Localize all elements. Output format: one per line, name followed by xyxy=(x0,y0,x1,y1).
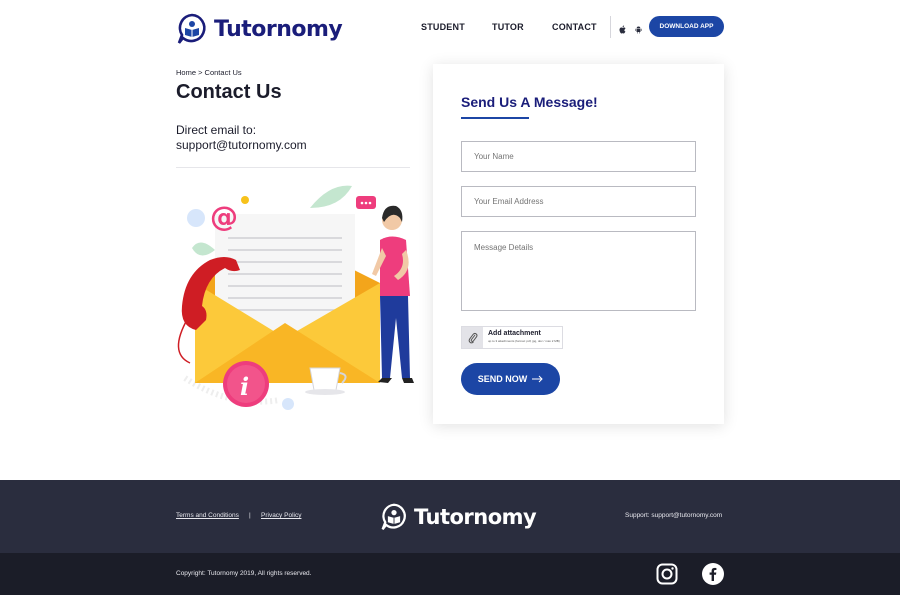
email-input[interactable] xyxy=(461,186,696,217)
logo-icon xyxy=(177,13,206,44)
brand-logo[interactable]: Tutornomy xyxy=(176,13,343,45)
name-input[interactable] xyxy=(461,141,696,172)
divider xyxy=(176,167,410,168)
page-title: Contact Us xyxy=(176,81,282,103)
svg-text:i: i xyxy=(240,372,249,401)
facebook-icon[interactable] xyxy=(702,563,724,585)
privacy-link[interactable]: Privacy Policy xyxy=(261,512,301,519)
footer-bottom xyxy=(0,553,900,595)
message-textarea[interactable] xyxy=(461,231,696,311)
attach-note: up to 3 attachments (format: pdf, jpg, d… xyxy=(488,339,560,343)
instagram-icon[interactable] xyxy=(656,563,678,585)
send-now-button[interactable]: SEND NOW xyxy=(461,363,560,395)
contact-illustration: @ i xyxy=(177,185,414,410)
direct-email-label: Direct email to: xyxy=(176,123,257,137)
contact-form-card: Send Us A Message! Add attachment up to … xyxy=(433,64,724,424)
svg-text:@: @ xyxy=(210,200,238,233)
nav-tutor[interactable]: TUTOR xyxy=(492,22,524,32)
logo-icon xyxy=(381,503,406,530)
android-icon[interactable] xyxy=(635,21,642,34)
footer-logo[interactable]: Tutornomy xyxy=(380,503,537,531)
attach-label: Add attachment xyxy=(488,330,541,337)
arrow-right-icon xyxy=(532,375,543,383)
nav-divider xyxy=(610,16,611,38)
breadcrumb: Home > Contact Us xyxy=(176,68,242,77)
footer-separator: | xyxy=(249,512,251,519)
apple-icon[interactable] xyxy=(619,21,626,34)
footer-logo-text: Tutornomy xyxy=(414,505,537,529)
form-title: Send Us A Message! xyxy=(461,94,598,110)
store-icons xyxy=(619,21,642,34)
terms-link[interactable]: Terms and Conditions xyxy=(176,512,239,519)
nav-contact[interactable]: CONTACT xyxy=(552,22,597,32)
add-attachment-button[interactable]: Add attachment up to 3 attachments (form… xyxy=(461,326,563,349)
footer-support: Support: support@tutornomy.com xyxy=(625,512,723,519)
nav-student[interactable]: STUDENT xyxy=(421,22,465,32)
logo-text: Tutornomy xyxy=(214,16,343,42)
paperclip-icon xyxy=(462,327,483,348)
download-app-button[interactable]: DOWNLOAD APP xyxy=(649,16,724,37)
title-underline xyxy=(461,117,529,119)
send-label: SEND NOW xyxy=(477,374,528,384)
copyright: Copyright: Tutornomy 2019, All rights re… xyxy=(176,570,312,577)
support-email-link[interactable]: support@tutornomy.com xyxy=(176,138,307,152)
